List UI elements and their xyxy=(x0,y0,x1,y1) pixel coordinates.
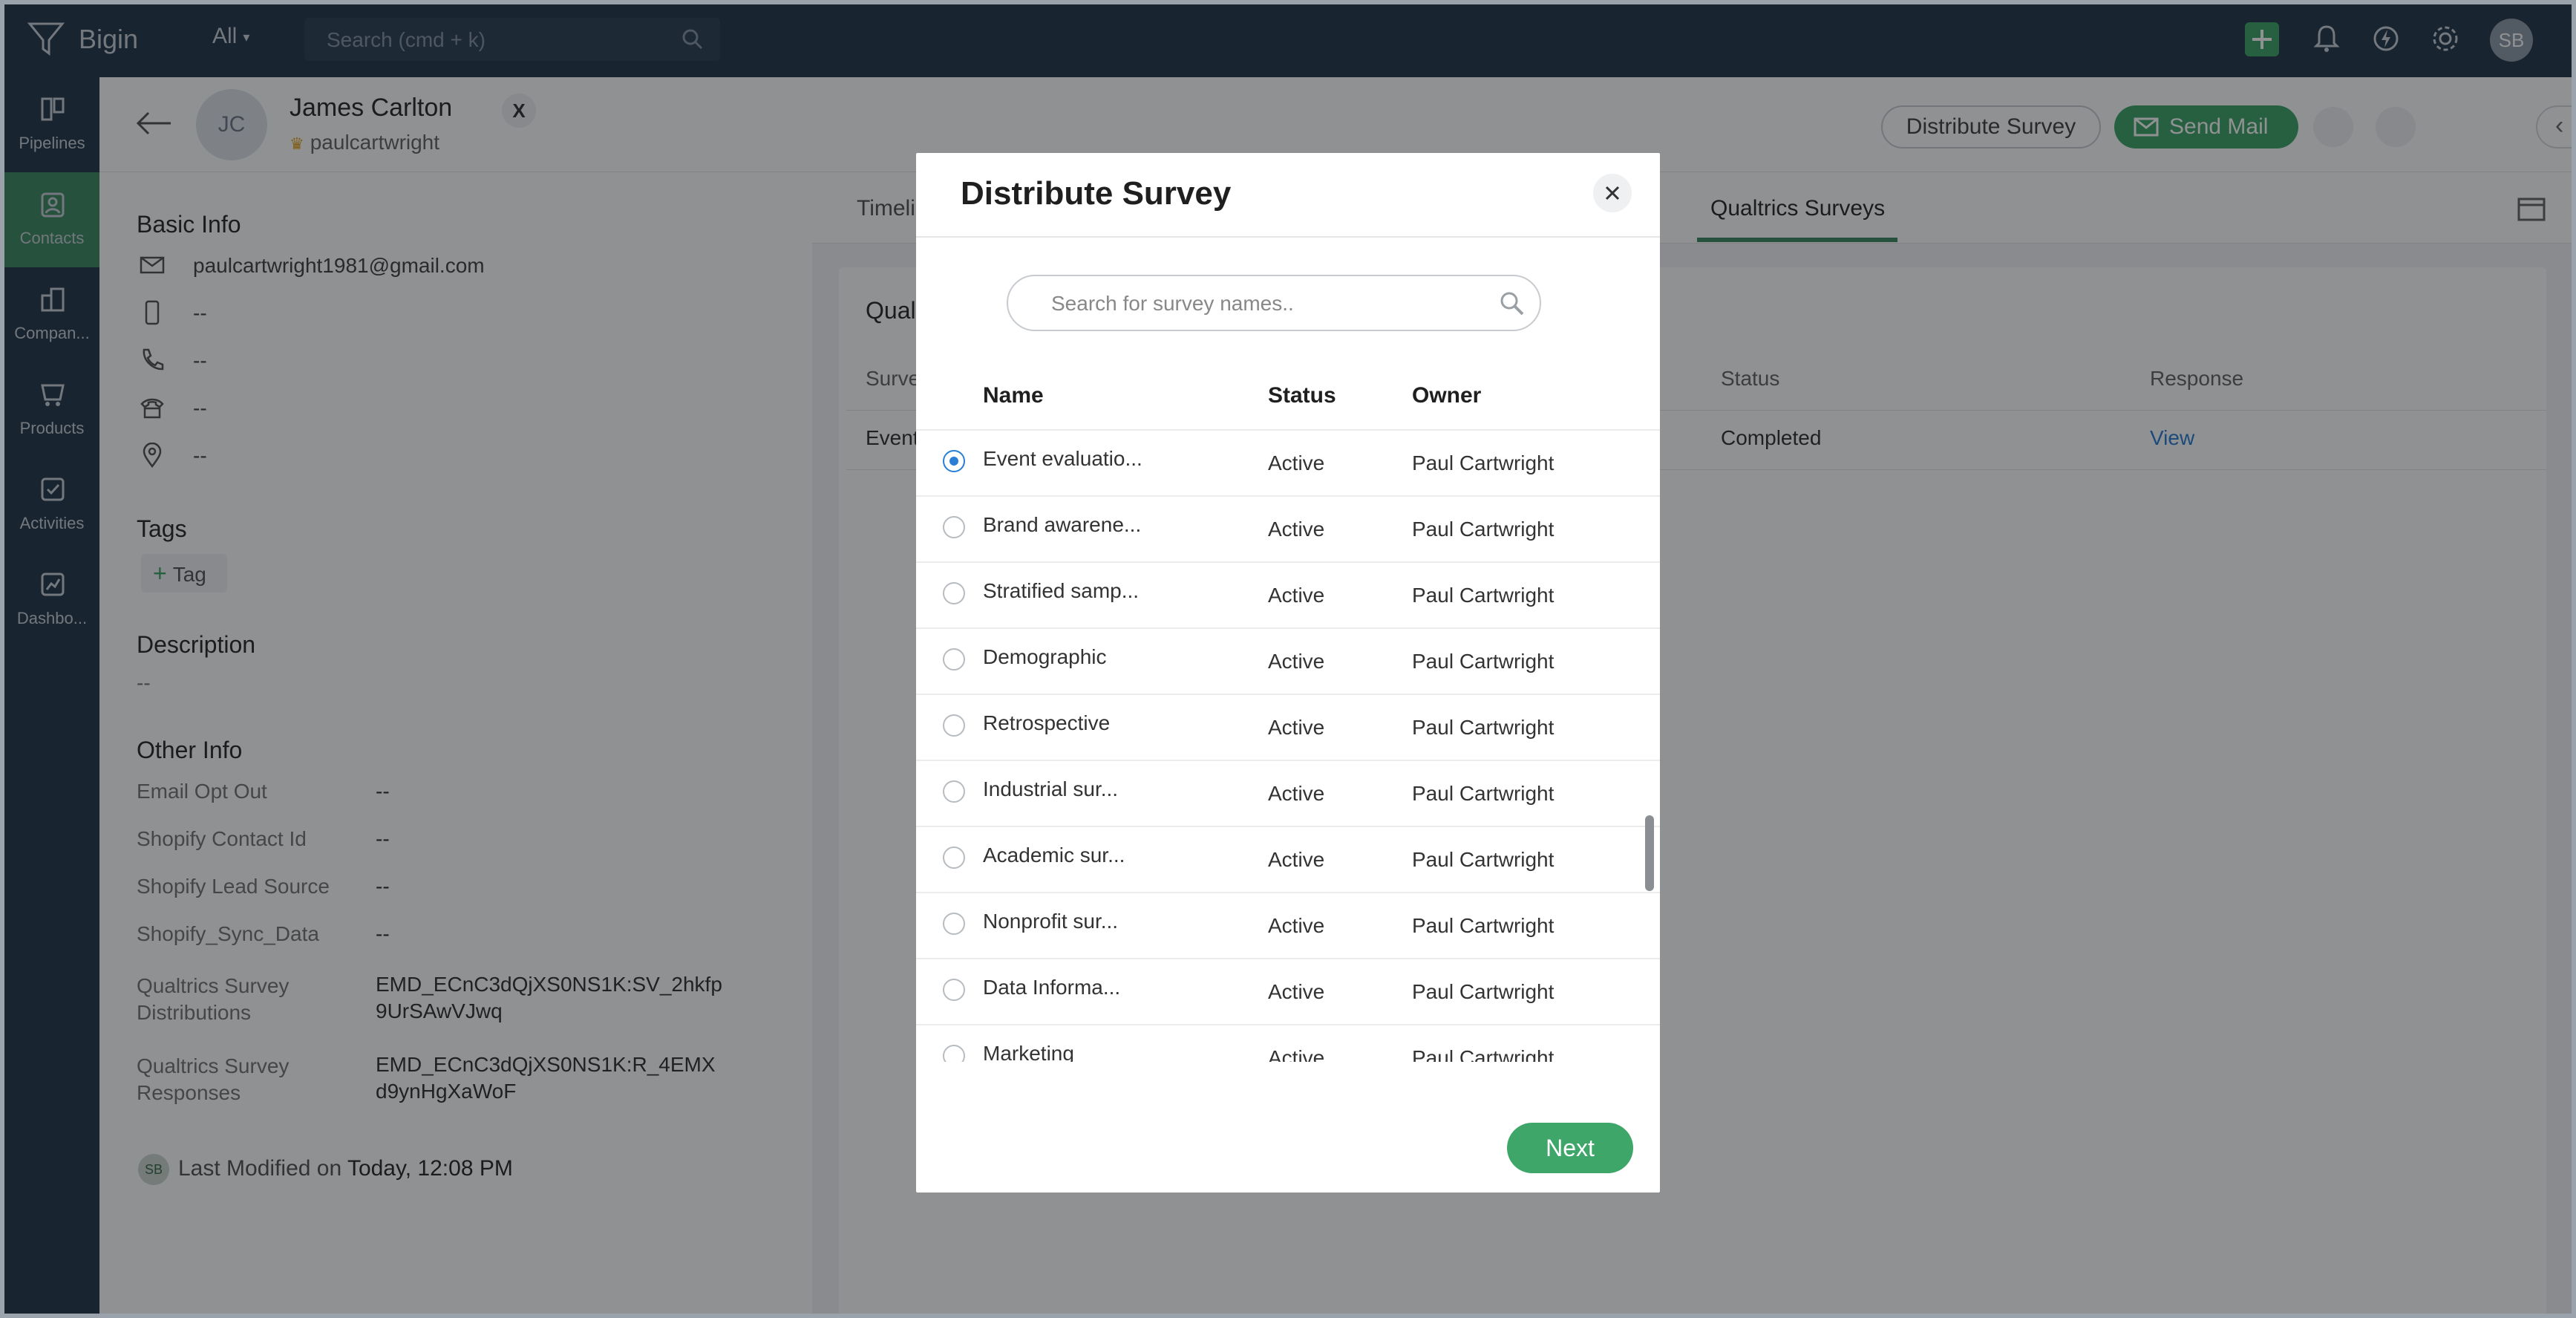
survey-row[interactable]: Data Informa... Active Paul Cartwright xyxy=(916,958,1660,1024)
survey-radio[interactable] xyxy=(943,979,965,1001)
survey-radio[interactable] xyxy=(943,648,965,671)
survey-row[interactable]: Nonprofit sur... Active Paul Cartwright xyxy=(916,892,1660,958)
column-header-status: Status xyxy=(1268,383,1336,408)
survey-status: Active xyxy=(1268,848,1325,871)
survey-status: Active xyxy=(1268,650,1325,673)
survey-name: Brand awarene... xyxy=(983,513,1142,536)
survey-status: Active xyxy=(1268,980,1325,1003)
survey-radio[interactable] xyxy=(943,1045,965,1062)
survey-name: Retrospective xyxy=(983,711,1111,734)
survey-owner: Paul Cartwright xyxy=(1412,650,1555,673)
survey-owner: Paul Cartwright xyxy=(1412,914,1555,937)
survey-owner: Paul Cartwright xyxy=(1412,782,1555,805)
next-button[interactable]: Next xyxy=(1507,1123,1633,1173)
column-header-owner: Owner xyxy=(1412,383,1482,408)
survey-row[interactable]: Academic sur... Active Paul Cartwright xyxy=(916,826,1660,892)
survey-status: Active xyxy=(1268,914,1325,937)
survey-name: Marketing xyxy=(983,1042,1074,1062)
close-icon xyxy=(1605,186,1620,200)
survey-owner: Paul Cartwright xyxy=(1412,980,1555,1003)
survey-radio[interactable] xyxy=(943,913,965,935)
survey-row[interactable]: Retrospective Active Paul Cartwright xyxy=(916,694,1660,760)
survey-name: Stratified samp... xyxy=(983,579,1140,602)
search-icon[interactable] xyxy=(1498,290,1526,318)
survey-owner: Paul Cartwright xyxy=(1412,584,1555,607)
survey-status: Active xyxy=(1268,1046,1325,1062)
survey-name: Industrial sur... xyxy=(983,777,1119,800)
list-scrollbar[interactable] xyxy=(1645,815,1654,891)
survey-row[interactable]: Stratified samp... Active Paul Cartwrigh… xyxy=(916,561,1660,627)
survey-status: Active xyxy=(1268,584,1325,607)
survey-radio[interactable] xyxy=(943,450,965,472)
survey-owner: Paul Cartwright xyxy=(1412,716,1555,739)
survey-row[interactable]: Brand awarene... Active Paul Cartwright xyxy=(916,495,1660,561)
survey-search-box xyxy=(1007,275,1541,331)
survey-status: Active xyxy=(1268,716,1325,739)
survey-owner: Paul Cartwright xyxy=(1412,518,1555,541)
survey-row[interactable]: Marketing Active Paul Cartwright xyxy=(916,1024,1660,1062)
survey-row[interactable]: Demographic Active Paul Cartwright xyxy=(916,627,1660,694)
survey-status: Active xyxy=(1268,518,1325,541)
close-button[interactable] xyxy=(1593,174,1632,212)
survey-owner: Paul Cartwright xyxy=(1412,451,1555,474)
survey-name: Demographic xyxy=(983,645,1107,668)
survey-name: Data Informa... xyxy=(983,976,1121,999)
divider xyxy=(916,236,1660,238)
survey-radio[interactable] xyxy=(943,846,965,869)
survey-radio[interactable] xyxy=(943,780,965,803)
survey-radio[interactable] xyxy=(943,582,965,604)
survey-name: Event evaluatio... xyxy=(983,447,1142,470)
survey-name: Nonprofit sur... xyxy=(983,910,1119,933)
survey-list[interactable]: Event evaluatio... Active Paul Cartwrigh… xyxy=(916,429,1660,1062)
survey-owner: Paul Cartwright xyxy=(1412,1046,1555,1062)
column-header-name: Name xyxy=(983,383,1044,408)
survey-status: Active xyxy=(1268,451,1325,474)
survey-owner: Paul Cartwright xyxy=(1412,848,1555,871)
survey-row[interactable]: Industrial sur... Active Paul Cartwright xyxy=(916,760,1660,826)
survey-name: Academic sur... xyxy=(983,844,1125,867)
survey-row[interactable]: Event evaluatio... Active Paul Cartwrigh… xyxy=(916,429,1660,495)
survey-radio[interactable] xyxy=(943,714,965,737)
distribute-survey-dialog: Distribute Survey Name Status Owner Even… xyxy=(916,153,1660,1193)
dialog-title: Distribute Survey xyxy=(961,175,1232,212)
survey-search-input[interactable] xyxy=(1051,290,1467,318)
survey-status: Active xyxy=(1268,782,1325,805)
survey-radio[interactable] xyxy=(943,516,965,538)
